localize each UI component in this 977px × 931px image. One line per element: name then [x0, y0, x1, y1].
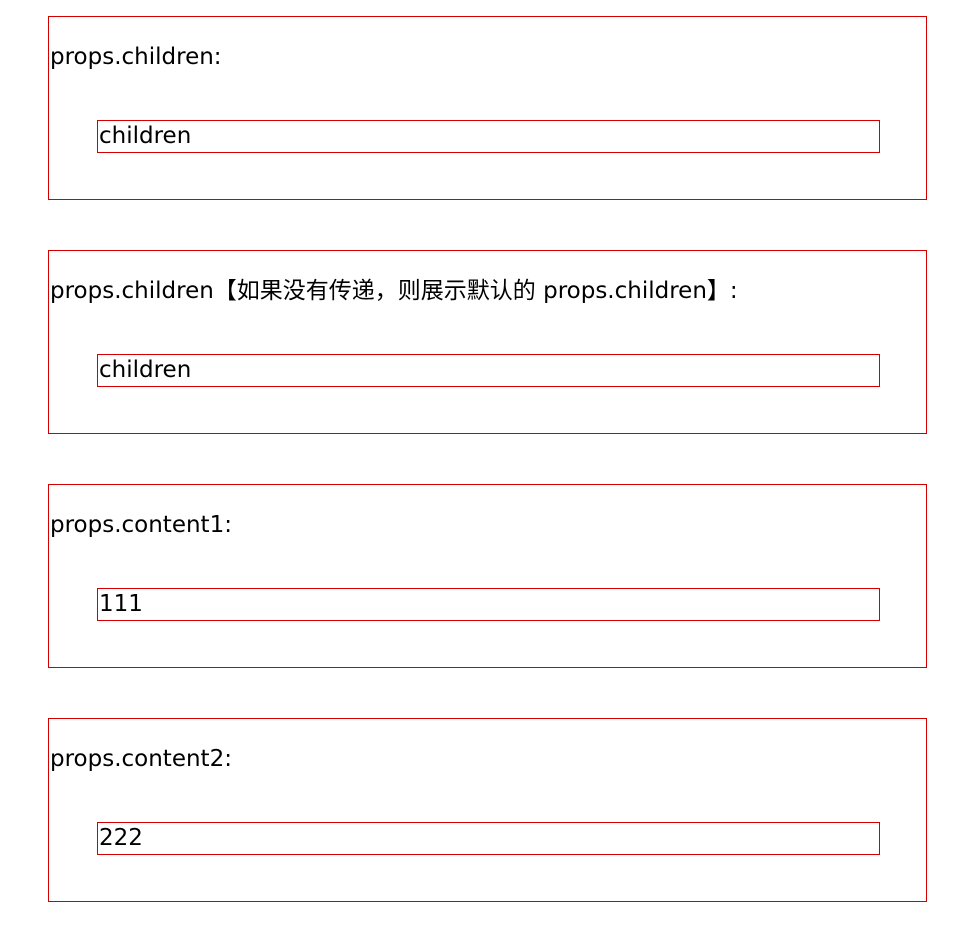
section-content1: props.content1: 111	[48, 484, 927, 668]
section-content2: props.content2: 222	[48, 718, 927, 902]
section-content-box: 222	[97, 822, 880, 855]
section-content-box: children	[97, 354, 880, 387]
section-label: props.children:	[50, 44, 222, 70]
section-label: props.children【如果没有传递，则展示默认的 props.child…	[50, 278, 738, 304]
section-children: props.children: children	[48, 16, 927, 200]
section-label: props.content2:	[50, 746, 232, 772]
section-content-box: 111	[97, 588, 880, 621]
section-children-default: props.children【如果没有传递，则展示默认的 props.child…	[48, 250, 927, 434]
section-label: props.content1:	[50, 512, 232, 538]
section-content-box: children	[97, 120, 880, 153]
